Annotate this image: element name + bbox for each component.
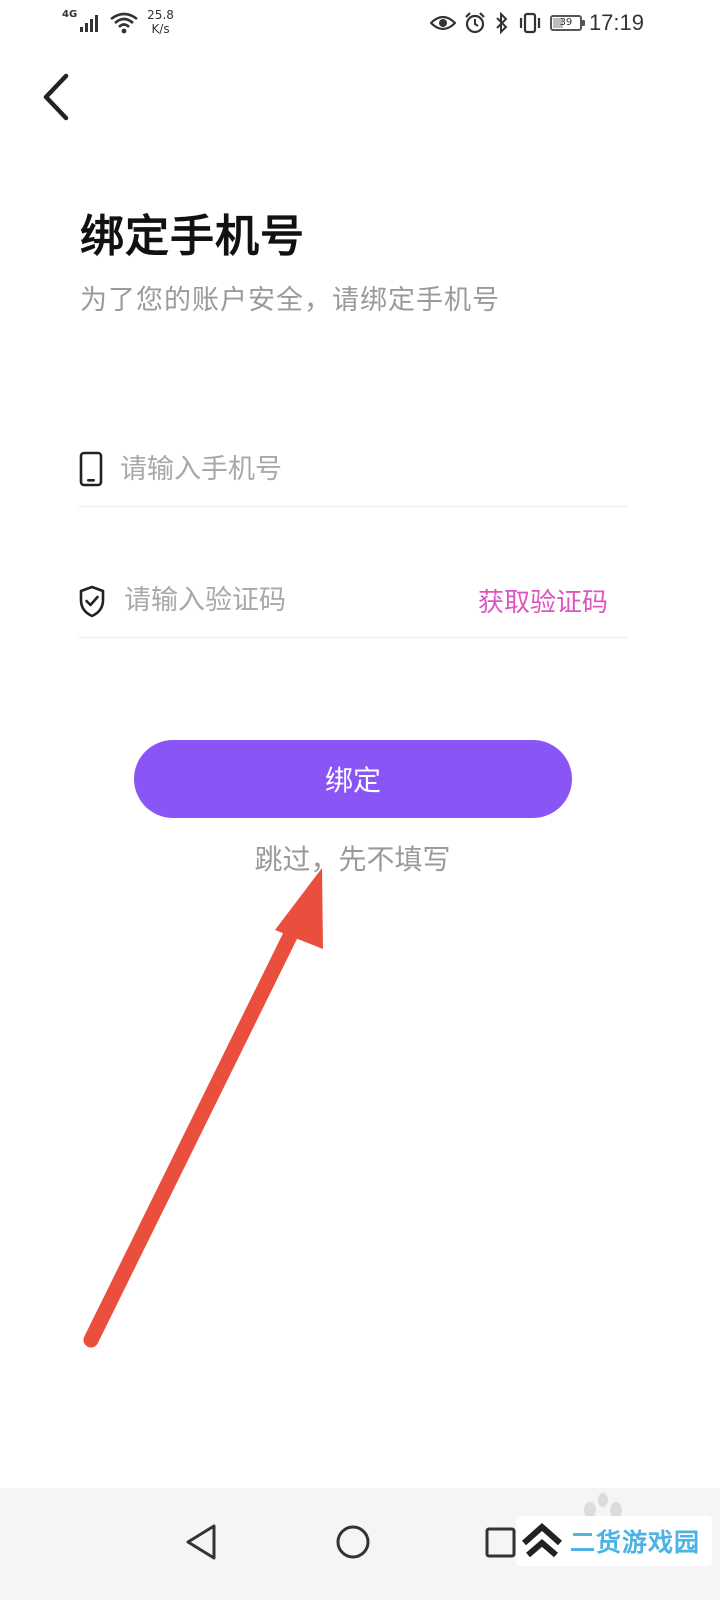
bluetooth-icon (496, 11, 508, 35)
watermark-text: 二货游戏园 (570, 1528, 701, 1557)
double-chevron-logo-icon (522, 1522, 562, 1558)
page-subtitle: 为了您的账户安全，请绑定手机号 (80, 285, 500, 316)
site-watermark: 二货游戏园 (516, 1516, 712, 1566)
triangle-back-icon[interactable] (172, 1512, 232, 1572)
speed-unit: K/s (151, 22, 170, 36)
phone-field-row (78, 437, 628, 507)
back-button[interactable] (36, 68, 86, 126)
network-type-label: 4G (62, 9, 78, 20)
wifi-icon (110, 12, 138, 34)
shield-check-icon (79, 585, 105, 618)
battery-level: 39 (559, 17, 573, 28)
phone-input[interactable] (120, 447, 500, 491)
status-bar: 4G 25.8 K/s 39 17:19 (0, 0, 720, 50)
vibrate-icon (519, 12, 541, 34)
chevron-left-icon (43, 73, 69, 121)
phone-icon (79, 451, 103, 487)
signal-icon (80, 15, 99, 32)
network-speed: 25.8 K/s (147, 8, 174, 36)
page-title: 绑定手机号 (80, 211, 305, 262)
bind-button[interactable]: 绑定 (134, 740, 572, 818)
status-time: 17:19 (588, 10, 644, 35)
battery-indicator: 39 (549, 15, 585, 31)
status-left: 4G 25.8 K/s (62, 8, 174, 36)
circle-home-icon[interactable] (323, 1512, 383, 1572)
alarm-icon (465, 12, 485, 34)
code-field-row: 获取验证码 (78, 568, 628, 638)
status-right: 39 17:19 (429, 10, 644, 36)
code-input[interactable] (124, 578, 504, 622)
speed-value: 25.8 (147, 8, 174, 22)
eye-icon (429, 15, 456, 31)
bind-phone-screen: 4G 25.8 K/s 39 17:19 绑定手机号 为了您的账户安全，请绑定手… (0, 0, 720, 1600)
skip-link[interactable]: 跳过，先不填写 (0, 838, 705, 878)
get-code-button[interactable]: 获取验证码 (478, 582, 608, 619)
